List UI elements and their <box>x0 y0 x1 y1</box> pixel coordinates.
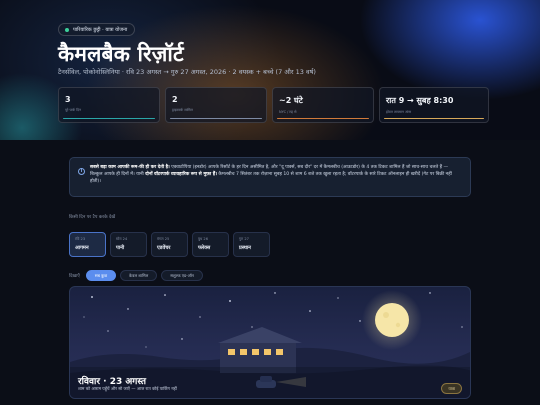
filter-chip-paid-addons[interactable]: सशुल्क एड-ऑन <box>161 270 203 281</box>
callout-text: सबसे बड़ा काम आपकी रूम-की ही कर देती है।… <box>90 164 462 185</box>
trip-details: टैनर्सविल, पोकोनोस्लिनिया · रवि 23 अगस्त… <box>58 68 316 76</box>
day-date: रवि 23 <box>75 237 86 241</box>
stat-accent-bar <box>277 118 369 119</box>
status-dot-icon <box>65 27 69 32</box>
day-tab-thu[interactable]: गुरु 27 प्रस्थान <box>233 232 270 257</box>
stat-card-park-days: 3 पूरे पार्क दिन <box>58 87 160 123</box>
stat-label: NYC / NJ से <box>279 110 297 114</box>
info-callout: i सबसे बड़ा काम आपकी रूम-की ही कर देती ह… <box>69 157 471 197</box>
day-tab-wed[interactable]: बुध 26 फ्लेक्स <box>192 232 229 257</box>
badge-label: पारिवारिक छुट्टी · यात्रा योजना <box>73 26 128 33</box>
callout-highlight: दोनों वॉटरपार्क व्यावहारिक रूप से मुफ़्त… <box>145 172 217 177</box>
day-name: फ्लेक्स <box>198 245 211 251</box>
stat-value: रात 9 → सुबह 8:30 <box>386 96 454 105</box>
trip-type-badge: पारिवारिक छुट्टी · यात्रा योजना <box>58 23 136 36</box>
day-picker: रवि 23 आगमन सोम 24 पानी मंगल 25 एडवेंचर … <box>69 232 270 257</box>
filter-label: दिखाएँ <box>69 273 80 279</box>
day-name: प्रस्थान <box>239 245 251 251</box>
day-card[interactable]: रविवार · 23 अगस्त शाम को आराम पहुँचें और… <box>69 286 471 399</box>
day-picker-label: किसी दिन पर टैप करके देखें <box>69 215 116 220</box>
stat-value: 2 <box>172 95 178 104</box>
roof <box>218 327 302 343</box>
filter-chip-included[interactable]: केवल शामिल <box>120 270 158 281</box>
stat-label: होटल तापमान अंतर <box>386 110 412 114</box>
day-date: सोम 24 <box>116 237 128 241</box>
stat-accent-bar <box>384 118 484 119</box>
stat-card-drive-time: ~2 घंटे NYC / NJ से <box>272 87 374 123</box>
card-subtitle: शाम को आराम पहुँचें और सो जाएँ — आज रात … <box>78 386 177 391</box>
day-tab-tue[interactable]: मंगल 25 एडवेंचर <box>151 232 188 257</box>
day-tab-sun[interactable]: रवि 23 आगमन <box>69 232 106 257</box>
stat-accent-bar <box>170 118 262 119</box>
stat-label: ड्राइववर्क शामिल <box>172 108 193 112</box>
moon-icon <box>375 303 409 337</box>
info-icon: i <box>78 168 85 175</box>
day-date: गुरु 27 <box>239 237 249 241</box>
stat-card-included: 2 ड्राइववर्क शामिल <box>165 87 267 123</box>
day-tab-mon[interactable]: सोम 24 पानी <box>110 232 147 257</box>
day-name: पानी <box>116 245 125 251</box>
filter-chip-all[interactable]: सब कुछ <box>85 270 117 281</box>
day-date: बुध 26 <box>198 237 208 241</box>
stat-value: ~2 घंटे <box>279 96 303 105</box>
stat-value: 3 <box>65 95 71 104</box>
filter-row: दिखाएँ सब कुछ केवल शामिल सशुल्क एड-ऑन <box>69 270 203 281</box>
day-date: मंगल 25 <box>157 237 170 241</box>
card-tag: यात्रा <box>441 383 462 394</box>
day-name: एडवेंचर <box>157 245 171 251</box>
stat-accent-bar <box>63 118 155 119</box>
stats-row: 3 पूरे पार्क दिन 2 ड्राइववर्क शामिल ~2 घ… <box>58 87 489 123</box>
callout-lead: सबसे बड़ा काम आपकी रूम-की ही कर देती है। <box>90 165 170 170</box>
page-title: कैमलबैक रिज़ॉर्ट <box>58 42 184 66</box>
stat-label: पूरे पार्क दिन <box>65 108 81 112</box>
day-name: आगमन <box>75 245 89 251</box>
stat-card-hours: रात 9 → सुबह 8:30 होटल तापमान अंतर <box>379 87 489 123</box>
